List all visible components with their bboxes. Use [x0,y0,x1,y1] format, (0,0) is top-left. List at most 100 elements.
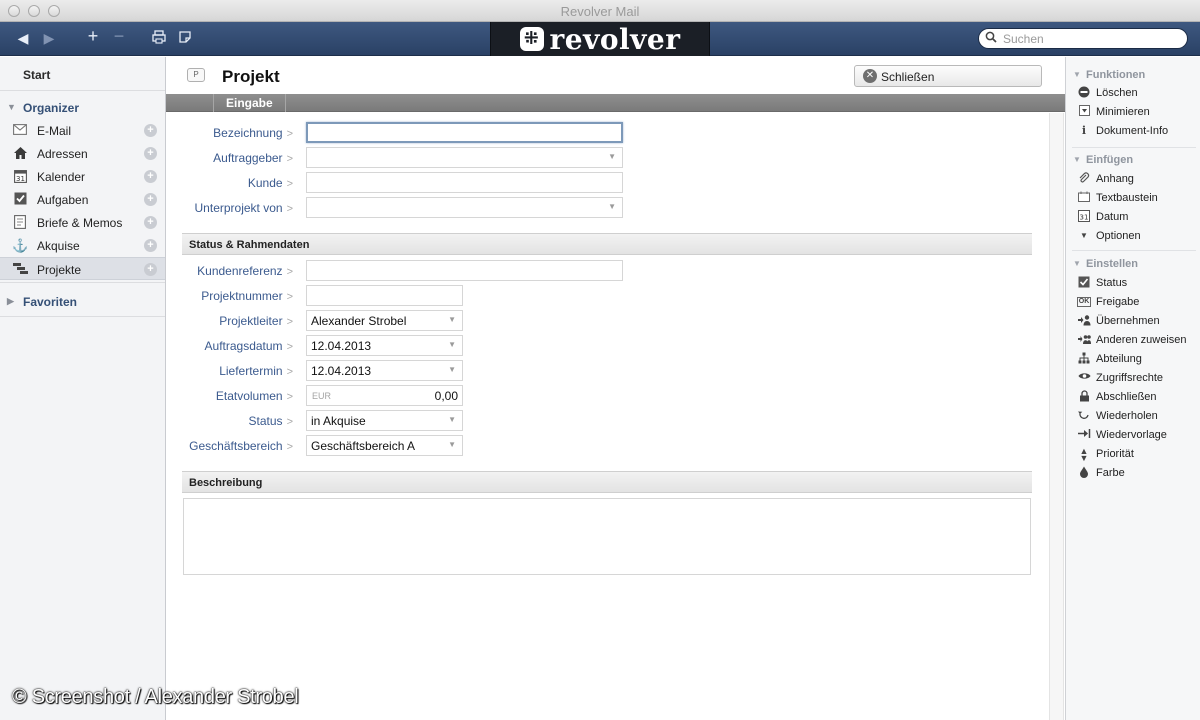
sidebar-item-akquise[interactable]: ⚓ Akquise + [0,234,165,257]
forward-arrow-icon[interactable]: ▶ [40,30,58,46]
kunde-input[interactable] [306,172,623,193]
remove-icon[interactable]: − [110,27,128,45]
liefertermin-select[interactable]: 12.04.2013 ▼ [306,360,463,381]
action-freigabe[interactable]: OK Freigabe [1066,293,1200,312]
mail-icon [12,123,28,138]
print-icon[interactable] [150,30,168,47]
unterprojekt-select[interactable]: ▼ [306,197,623,218]
sidebar-item-briefe-memos[interactable]: Briefe & Memos + [0,211,165,234]
back-arrow-icon[interactable]: ◀ [14,30,32,46]
status-select[interactable]: in Akquise ▼ [306,410,463,431]
field-label: Status > [248,414,293,428]
action-textbaustein[interactable]: Textbaustein [1066,189,1200,208]
add-circle-icon[interactable]: + [144,239,157,252]
sidebar-group-organizer[interactable]: ▼ Organizer [0,98,165,118]
action-loeschen[interactable]: Löschen [1066,84,1200,103]
action-minimieren[interactable]: Minimieren [1066,103,1200,122]
add-circle-icon[interactable]: + [144,147,157,160]
window-title: Revolver Mail [560,4,640,19]
close-document-button[interactable]: ✕ Schließen [854,65,1042,87]
action-abteilung[interactable]: Abteilung [1066,350,1200,369]
search-input[interactable] [1001,31,1181,47]
auftragsdatum-select[interactable]: 12.04.2013 ▼ [306,335,463,356]
document-scrollbar[interactable] [1049,113,1064,720]
disclosure-down-icon[interactable]: ▼ [7,102,16,112]
page-title: Projekt [222,67,280,86]
action-prioritaet[interactable]: ▲ ▼ Priorität [1066,445,1200,464]
action-status[interactable]: Status [1066,274,1200,293]
sidebar-item-adressen[interactable]: Adressen + [0,142,165,165]
action-dokument-info[interactable]: i Dokument-Info [1066,122,1200,141]
tab-eingabe[interactable]: Eingabe [213,94,286,112]
add-icon[interactable]: + [84,27,102,45]
auftraggeber-select[interactable]: ▼ [306,147,623,168]
action-label: Anhang [1096,173,1134,185]
add-circle-icon[interactable]: + [144,170,157,183]
sidebar-item-kalender[interactable]: 31 Kalender + [0,165,165,188]
action-anhang[interactable]: Anhang [1066,170,1200,189]
sidebar-group-favoriten[interactable]: ▶ Favoriten [0,292,165,312]
add-circle-icon[interactable]: + [144,193,157,206]
chevron-down-icon: ▼ [448,440,456,449]
action-label: Dokument-Info [1096,125,1169,137]
disclosure-down-icon[interactable]: ▼ [1073,155,1081,164]
chevron-down-icon: ▼ [608,202,616,211]
tab-bar: Eingabe [166,94,1066,112]
checkbox-icon [1077,276,1091,290]
action-datum[interactable]: 31 Datum [1066,208,1200,227]
minus-circle-icon [1077,86,1091,100]
field-row-status: Status > in Akquise ▼ [166,410,1046,432]
panel-group-label: Einstellen [1086,258,1138,270]
chevron-down-icon: ▼ [448,365,456,374]
action-optionen[interactable]: ▼ Optionen [1066,227,1200,246]
geschaeftsbereich-select[interactable]: Geschäftsbereich A ▼ [306,435,463,456]
panel-group-label: Einfügen [1086,154,1134,166]
resubmit-icon [1077,428,1091,442]
add-circle-icon[interactable]: + [144,124,157,137]
action-label: Farbe [1096,467,1125,479]
section-header-status: Status & Rahmendaten [182,233,1032,255]
action-wiedervorlage[interactable]: Wiedervorlage [1066,426,1200,445]
action-label: Abteilung [1096,353,1142,365]
action-label: Löschen [1096,87,1138,99]
add-circle-icon[interactable]: + [144,263,157,276]
projektnummer-input[interactable] [306,285,463,306]
etatvolumen-input[interactable]: EUR 0,00 [306,385,463,406]
search-icon [985,31,997,46]
action-zugriffsrechte[interactable]: Zugriffsrechte [1066,369,1200,388]
sidebar-item-email[interactable]: E-Mail + [0,119,165,142]
sidebar-divider [0,316,165,317]
panel-group-einfuegen[interactable]: ▼ Einfügen [1066,151,1200,169]
kundenreferenz-input[interactable] [306,260,623,281]
action-wiederholen[interactable]: Wiederholen [1066,407,1200,426]
beschreibung-textarea[interactable] [183,498,1031,575]
field-row-auftragsdatum: Auftragsdatum > 12.04.2013 ▼ [166,335,1046,357]
sidebar-start[interactable]: Start [0,57,165,91]
lock-icon [1077,390,1091,404]
action-label: Datum [1096,211,1129,223]
action-anderen-zuweisen[interactable]: Anderen zuweisen [1066,331,1200,350]
disclosure-down-icon[interactable]: ▼ [1073,70,1081,79]
field-row-auftraggeber: Auftraggeber > ▼ [166,147,1046,169]
panel-group-einstellen[interactable]: ▼ Einstellen [1066,255,1200,273]
action-farbe[interactable]: Farbe [1066,464,1200,483]
add-circle-icon[interactable]: + [144,216,157,229]
panel-group-funktionen[interactable]: ▼ Funktionen [1066,66,1200,84]
info-icon: i [1081,124,1087,137]
disclosure-down-icon[interactable]: ▼ [1073,259,1081,268]
disclosure-right-icon[interactable]: ▶ [7,296,14,307]
sidebar-item-label: Akquise [37,239,80,253]
take-over-icon [1077,314,1091,328]
note-icon[interactable] [176,30,194,47]
action-abschliessen[interactable]: Abschließen [1066,388,1200,407]
project-icon [12,262,28,277]
bezeichnung-input[interactable] [306,122,623,143]
document-type-badge: P [187,68,205,82]
action-uebernehmen[interactable]: Übernehmen [1066,312,1200,331]
sidebar-item-aufgaben[interactable]: Aufgaben + [0,188,165,211]
search-field[interactable] [978,28,1188,49]
projektleiter-select[interactable]: Alexander Strobel ▼ [306,310,463,331]
field-row-kundenreferenz: Kundenreferenz > [166,260,1046,282]
sidebar-item-projekte[interactable]: Projekte + [0,257,165,280]
sidebar-item-label: Projekte [37,263,82,277]
